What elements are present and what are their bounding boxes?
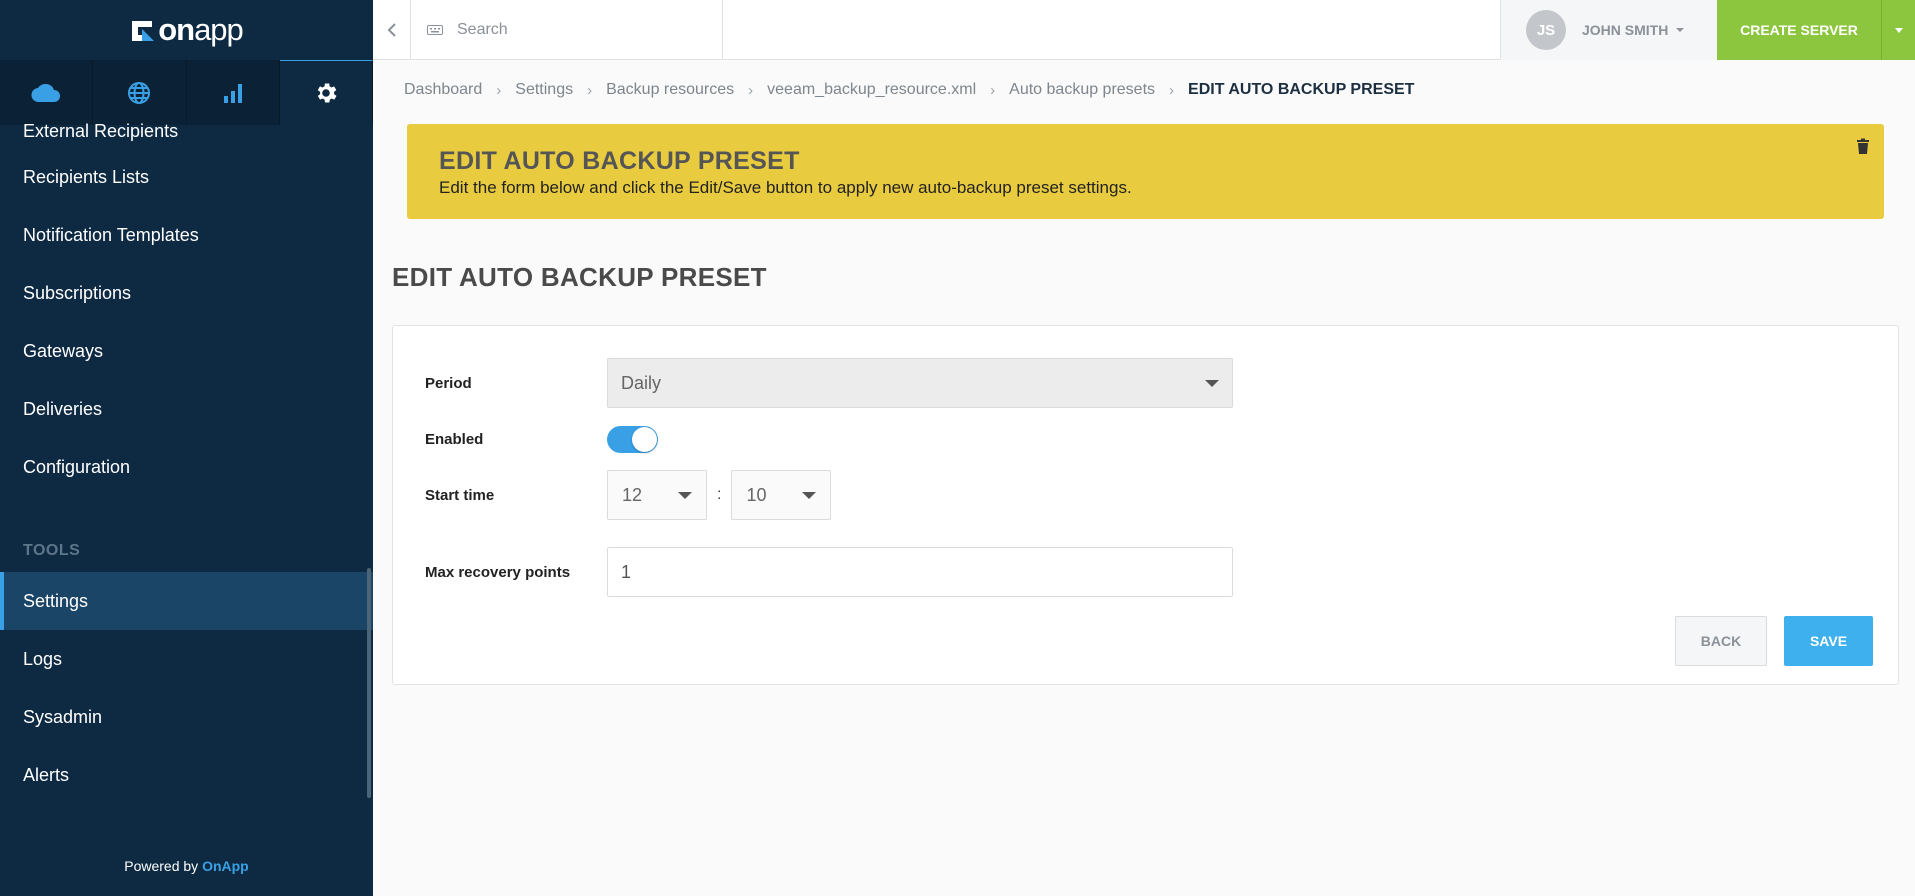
sidebar-item-settings[interactable]: Settings	[0, 572, 373, 630]
page-title: EDIT AUTO BACKUP PRESET	[392, 262, 767, 292]
info-banner: EDIT AUTO BACKUP PRESET Edit the form be…	[407, 124, 1884, 219]
toggle-knob	[632, 427, 657, 452]
breadcrumb-separator-icon: ›	[748, 81, 754, 99]
chevron-down-icon	[678, 491, 692, 499]
sidebar-item-label: Alerts	[23, 764, 70, 785]
bar-chart-icon	[223, 83, 242, 103]
sidebar-item-configuration[interactable]: Configuration	[0, 438, 373, 496]
breadcrumb-separator-icon: ›	[496, 81, 502, 99]
back-button[interactable]: BACK	[1675, 616, 1767, 666]
logo-text-on: on	[158, 12, 195, 47]
breadcrumb-backup-resources[interactable]: Backup resources	[606, 81, 734, 99]
create-server-dropdown-button[interactable]	[1882, 0, 1915, 60]
sidebar-item-label: Subscriptions	[23, 282, 132, 303]
sidebar-item-label: Gateways	[23, 340, 104, 361]
sidebar-item-alerts[interactable]: Alerts	[0, 746, 373, 804]
breadcrumb-dashboard[interactable]: Dashboard	[404, 81, 482, 99]
sidebar-item-label: Notification Templates	[23, 224, 199, 245]
period-row: Period Daily	[425, 358, 1233, 408]
period-label: Period	[425, 374, 472, 392]
start-hour-value: 12	[622, 484, 643, 505]
enabled-row: Enabled	[425, 426, 658, 453]
time-separator: :	[717, 486, 722, 503]
breadcrumb-separator-icon: ›	[1169, 81, 1175, 99]
chevron-left-icon	[387, 23, 396, 37]
logo-text-app: app	[194, 12, 244, 47]
powered-by-brand-link[interactable]: OnApp	[202, 858, 249, 874]
sidebar-item-label: Sysadmin	[23, 706, 103, 727]
gear-icon	[317, 83, 337, 103]
globe-icon	[128, 81, 151, 104]
enabled-toggle[interactable]	[607, 426, 658, 453]
enabled-label: Enabled	[425, 431, 484, 448]
start-minute-select[interactable]: 10	[731, 470, 832, 520]
user-name: JOHN SMITH	[1582, 22, 1669, 38]
chevron-down-icon	[1676, 28, 1685, 32]
sidebar-item-sysadmin[interactable]: Sysadmin	[0, 688, 373, 746]
sidebar-item-label: Settings	[23, 590, 89, 611]
breadcrumb-separator-icon: ›	[990, 81, 996, 99]
start-hour-select[interactable]: 12	[607, 470, 707, 520]
start-minute-value: 10	[746, 484, 767, 505]
logo[interactable]: onapp	[0, 0, 373, 60]
breadcrumb-separator-icon: ›	[587, 81, 593, 99]
sidebar-nav: External Recipients Recipients Lists Not…	[0, 121, 373, 804]
chevron-down-icon	[802, 491, 817, 499]
avatar: JS	[1526, 10, 1566, 50]
sidebar-section-tools: TOOLS	[23, 542, 81, 559]
collapse-sidebar-button[interactable]	[373, 0, 411, 60]
start-time-label: Start time	[425, 486, 495, 504]
sidebar-item-recipients-lists[interactable]: Recipients Lists	[0, 148, 373, 206]
sidebar-item-notification-templates[interactable]: Notification Templates	[0, 206, 373, 264]
sidebar-item-gateways[interactable]: Gateways	[0, 322, 373, 380]
topbar: JS JOHN SMITH CREATE SERVER	[373, 0, 1915, 60]
sidebar-scrollbar[interactable]	[367, 568, 371, 798]
save-button[interactable]: SAVE	[1784, 616, 1873, 666]
edit-preset-form: Period Daily Enabled Start time 12 : 10 …	[392, 325, 1899, 685]
breadcrumb: Dashboard › Settings › Backup resources …	[404, 81, 1414, 99]
keyboard-icon	[427, 25, 443, 35]
sidebar-item-label: Logs	[23, 648, 63, 669]
chevron-down-icon	[1894, 27, 1903, 33]
breadcrumb-current: EDIT AUTO BACKUP PRESET	[1188, 81, 1415, 98]
cloud-icon	[31, 83, 61, 102]
period-select[interactable]: Daily	[607, 358, 1233, 408]
max-recovery-points-input[interactable]	[607, 547, 1233, 597]
sidebar: onapp External Recipients Recipients Lis…	[0, 0, 373, 896]
start-time-row: Start time 12 : 10	[425, 470, 832, 520]
breadcrumb-resource-file[interactable]: veeam_backup_resource.xml	[767, 81, 976, 99]
banner-title: EDIT AUTO BACKUP PRESET	[439, 147, 800, 175]
search-box	[411, 0, 723, 60]
search-input[interactable]	[457, 21, 697, 39]
powered-by: Powered by OnApp	[0, 858, 373, 874]
breadcrumb-auto-backup-presets[interactable]: Auto backup presets	[1009, 81, 1155, 99]
sidebar-item-label: Configuration	[23, 456, 131, 477]
sidebar-item-deliveries[interactable]: Deliveries	[0, 380, 373, 438]
sidebar-item-label: External Recipients	[23, 121, 179, 141]
sidebar-item-label: Deliveries	[23, 398, 103, 419]
sidebar-item-external-recipients[interactable]: External Recipients	[0, 112, 373, 148]
create-server-button[interactable]: CREATE SERVER	[1717, 0, 1882, 60]
max-recovery-label: Max recovery points	[425, 563, 571, 581]
onapp-logo-icon	[132, 21, 155, 41]
chevron-down-icon	[1205, 379, 1219, 387]
sidebar-item-label: Recipients Lists	[23, 166, 150, 187]
period-value: Daily	[621, 372, 662, 393]
banner-text: Edit the form below and click the Edit/S…	[439, 178, 1132, 197]
sidebar-item-logs[interactable]: Logs	[0, 630, 373, 688]
sidebar-item-subscriptions[interactable]: Subscriptions	[0, 264, 373, 322]
breadcrumb-settings[interactable]: Settings	[515, 81, 573, 99]
powered-by-prefix: Powered by	[124, 858, 199, 874]
max-recovery-row: Max recovery points	[425, 547, 1233, 597]
user-menu[interactable]: JS JOHN SMITH	[1500, 0, 1717, 60]
trash-icon[interactable]	[1856, 138, 1870, 154]
